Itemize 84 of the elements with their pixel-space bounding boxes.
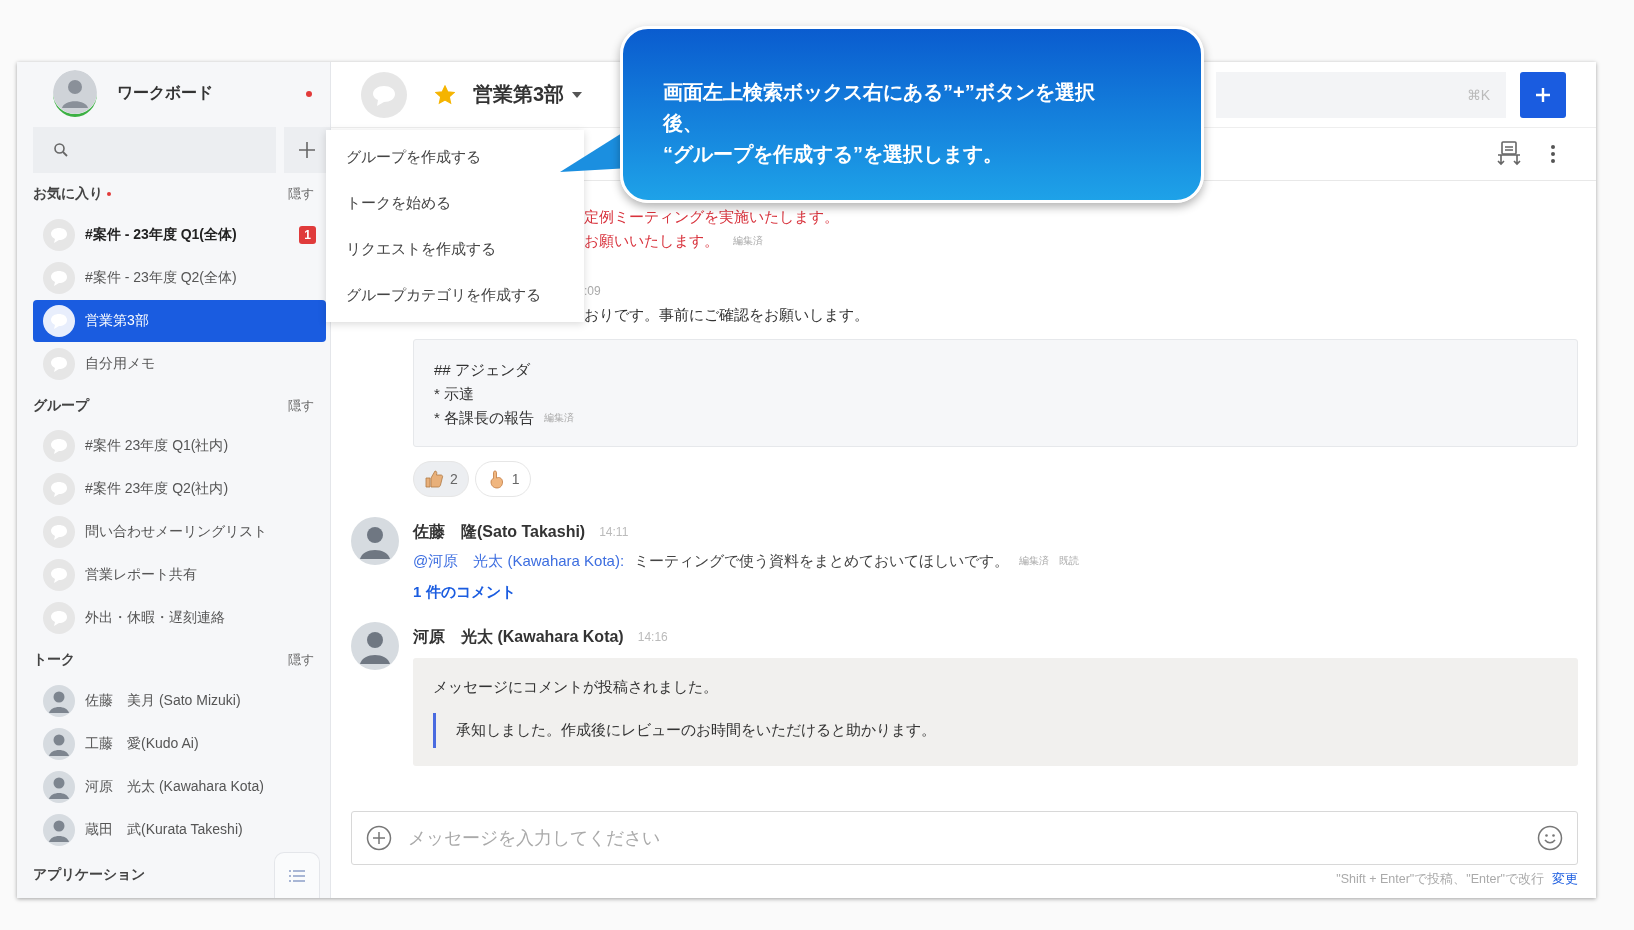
chat-bubble-icon — [43, 261, 75, 294]
quoted-comment: 承知しました。作成後にレビューのお時間をいただけると助かります。 — [433, 713, 1558, 748]
reaction-button[interactable]: 2 — [413, 461, 469, 497]
person-avatar — [43, 813, 75, 846]
sidebar-item[interactable]: #案件 23年度 Q2(社内) — [33, 468, 326, 511]
sidebar-item[interactable]: #案件 - 23年度 Q2(全体) — [33, 257, 326, 299]
more-icon[interactable] — [1550, 144, 1556, 164]
star-icon[interactable] — [435, 84, 455, 105]
shortcut-hint: "Shift + Enter"で投稿、"Enter"で改行 — [1336, 871, 1544, 888]
section-title: アプリケーション — [33, 866, 145, 884]
comments-link[interactable]: 1 件のコメント — [413, 583, 516, 602]
message-time: 14:11 — [599, 525, 629, 539]
chat-bubble-icon — [43, 430, 75, 463]
menu-item[interactable]: グループカテゴリを作成する — [326, 272, 584, 318]
sidebar-item[interactable]: 自分用メモ — [33, 343, 326, 385]
group-avatar — [361, 71, 407, 118]
add-button[interactable] — [284, 126, 330, 173]
message-text: 定例ミーティングを実施いたします。 — [584, 207, 839, 227]
person-avatar — [351, 622, 399, 670]
message-text: ミーティングで使う資料をまとめておいてほしいです。 — [634, 551, 1010, 571]
section-title: トーク — [33, 651, 75, 670]
agenda-line: * 各課長の報告 — [434, 408, 534, 428]
callout-text: 後、 — [663, 111, 704, 136]
message-time: 14:16 — [637, 630, 668, 644]
group-title-dropdown[interactable]: 営業第3部 — [469, 81, 587, 108]
sidebar-item[interactable]: 営業第3部 — [33, 300, 326, 342]
status-label: 既読 — [1059, 554, 1080, 568]
user-avatar[interactable] — [53, 70, 97, 118]
chat-bubble-icon — [43, 347, 75, 380]
plus-icon — [297, 139, 317, 160]
agenda-line: * 示達 — [434, 384, 474, 404]
message-text: おりです。事前にご確認をお願いします。 — [584, 305, 869, 325]
sidebar-item[interactable]: 問い合わせメーリングリスト — [33, 511, 326, 554]
workspace-name: ワークボード — [117, 83, 214, 104]
chat-bubble-icon — [43, 602, 75, 635]
change-link[interactable]: 変更 — [1552, 871, 1578, 888]
notice-text: メッセージにコメントが投稿されました。 — [433, 678, 719, 697]
sidebar-item[interactable]: 河原 光太 (Kawahara Kota) — [33, 766, 326, 808]
chat-bubble-icon — [43, 218, 75, 251]
chat-bubble-icon — [43, 473, 75, 506]
new-button[interactable] — [1520, 71, 1566, 118]
sidebar-item[interactable]: 佐藤 美月 (Sato Mizuki) — [33, 680, 326, 722]
reaction-button[interactable]: 1 — [474, 461, 531, 497]
person-avatar — [43, 684, 75, 717]
menu-item[interactable]: トークを始める — [326, 180, 584, 226]
sidebar-item[interactable]: 営業レポート共有 — [33, 554, 326, 596]
hide-link[interactable]: 隠す — [288, 185, 314, 204]
chat-bubble-icon — [43, 516, 75, 549]
callout-text: 画面左上検索ボックス右にある”+”ボタンを選択 — [663, 80, 1096, 105]
mention-link[interactable]: @河原 光太 (Kawahara Kota): — [413, 551, 625, 571]
sidebar-item[interactable]: 外出・休暇・遅刻連絡 — [33, 597, 326, 639]
hide-link[interactable]: 隠す — [288, 396, 314, 415]
edited-label: 編集済 — [733, 234, 763, 248]
menu-item[interactable]: リクエストを作成する — [326, 226, 584, 272]
chat-bubble-icon — [43, 304, 75, 337]
person-avatar — [43, 727, 75, 760]
thumbs-up-icon — [424, 469, 444, 489]
hide-link[interactable]: 隠す — [288, 651, 314, 670]
sidebar-item[interactable]: 蔵田 武(Kurata Takeshi) — [33, 808, 326, 851]
callout-text: “グループを作成する”を選択します。 — [663, 142, 1004, 167]
unread-badge: 1 — [299, 225, 316, 244]
message-time: :09 — [584, 284, 601, 298]
sidebar-item[interactable]: #案件 - 23年度 Q1(全体) 1 — [33, 214, 326, 256]
sidebar-item[interactable]: #案件 23年度 Q1(社内) — [33, 425, 326, 468]
composer-bar[interactable]: メッセージを入力してください — [351, 811, 1578, 865]
chat-bubble-icon — [43, 559, 75, 592]
menu-item[interactable]: グループを作成する — [326, 134, 584, 180]
agenda-line: ## アジェンダ — [434, 360, 530, 380]
message-text: お願いいたします。 — [584, 231, 719, 251]
search-icon — [53, 141, 69, 158]
section-title: グループ — [33, 396, 89, 415]
add-circle-icon[interactable] — [366, 825, 392, 851]
author-name[interactable]: 佐藤 隆(Sato Takashi) — [413, 521, 586, 543]
sidebar-item[interactable]: 工藤 愛(Kudo Ai) — [33, 723, 326, 765]
search-field[interactable] — [33, 126, 276, 173]
author-name[interactable]: 河原 光太 (Kawahara Kota) — [413, 626, 624, 648]
person-avatar — [43, 770, 75, 803]
caret-icon — [572, 91, 583, 98]
emoji-icon[interactable] — [1537, 825, 1563, 851]
status-label: 編集済 — [1019, 554, 1050, 568]
section-title: お気に入り — [33, 185, 103, 204]
edited-label: 編集済 — [544, 411, 574, 425]
message-input-field[interactable]: メッセージを入力してください — [406, 826, 1523, 850]
person-avatar — [351, 517, 399, 565]
